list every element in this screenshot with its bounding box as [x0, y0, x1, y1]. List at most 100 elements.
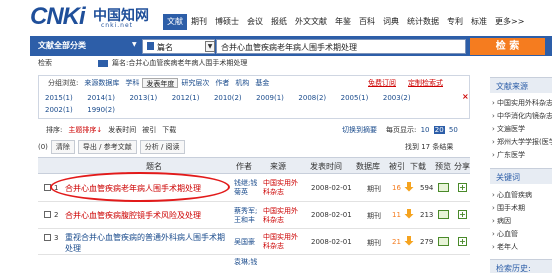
- nav-yearbooks[interactable]: 年鉴: [331, 14, 355, 30]
- search-field-select[interactable]: 篇名 ▼: [142, 39, 215, 54]
- share-plus-icon[interactable]: +: [458, 210, 467, 219]
- chevron-down-icon[interactable]: ▼: [132, 41, 137, 48]
- download-icon[interactable]: [404, 236, 414, 246]
- sidebar-keyword-item[interactable]: › 心血管疾病: [492, 190, 532, 200]
- analyze-button[interactable]: 分析 / 阅读: [139, 140, 185, 154]
- year-item[interactable]: 2005(1): [341, 92, 381, 104]
- row-citations[interactable]: 21: [392, 238, 401, 246]
- preview-book-icon[interactable]: [438, 183, 449, 192]
- year-item[interactable]: 2008(2): [298, 92, 338, 104]
- year-item[interactable]: 2014(1): [87, 92, 127, 104]
- year-item[interactable]: 2009(1): [256, 92, 296, 104]
- year-item[interactable]: 2015(1): [45, 92, 85, 104]
- search-button[interactable]: 检 索: [470, 38, 545, 55]
- group-tab-database[interactable]: 来源数据库: [81, 78, 122, 88]
- year-item[interactable]: 2013(1): [129, 92, 169, 104]
- nav-documents[interactable]: 文献: [163, 14, 187, 30]
- row-author[interactable]: 吴国豪: [234, 238, 262, 247]
- share-plus-icon[interactable]: +: [458, 183, 467, 192]
- search-input[interactable]: 合并心血管疾病老年病人围手术期处理: [216, 39, 466, 54]
- col-author[interactable]: 作者: [236, 161, 252, 172]
- sidebar-source-item[interactable]: › 郑州大学学报(医学: [492, 137, 552, 147]
- row-downloads: 213: [420, 211, 434, 219]
- nav-conferences[interactable]: 会议: [243, 14, 267, 30]
- row-source[interactable]: 中国实用外科杂志: [263, 207, 301, 225]
- export-button[interactable]: 导出 / 参考文献: [77, 140, 137, 154]
- action-row: (0) 清除 导出 / 参考文献 分析 / 阅读: [38, 140, 188, 154]
- results-table-header: 题名 作者 来源 发表时间 数据库 被引 下载 预览 分享: [38, 157, 470, 174]
- group-tab-institution[interactable]: 机构: [232, 78, 252, 88]
- sidebar-keyword-item[interactable]: › 围手术期: [492, 203, 525, 213]
- row-author[interactable]: 蔡秀军;王和丰: [234, 207, 262, 225]
- group-tab-year[interactable]: 发表年度: [142, 78, 179, 88]
- year-item[interactable]: 1990(2): [87, 104, 127, 116]
- download-icon[interactable]: [404, 209, 414, 219]
- year-item[interactable]: 2003(2): [383, 92, 423, 104]
- row-author[interactable]: 钱继;钱菊英: [234, 179, 262, 197]
- sort-by-relevance[interactable]: 主题排序↓: [68, 125, 102, 135]
- row-checkbox[interactable]: [44, 211, 51, 218]
- row-source[interactable]: 中国实用外科杂志: [263, 179, 301, 197]
- nav-patents[interactable]: 专利: [443, 14, 467, 30]
- year-item[interactable]: 2010(2): [214, 92, 254, 104]
- group-label: 分组浏览:: [48, 79, 79, 87]
- col-downloads[interactable]: 下载: [410, 161, 426, 172]
- selected-count: (0): [38, 143, 48, 151]
- sidebar-source-item[interactable]: › 文遍医学: [492, 124, 525, 134]
- row-checkbox[interactable]: [44, 234, 51, 241]
- group-tab-author[interactable]: 作者: [212, 78, 232, 88]
- col-source[interactable]: 来源: [270, 161, 286, 172]
- sort-by-citations[interactable]: 被引: [142, 125, 156, 135]
- sort-by-date[interactable]: 发表时间: [108, 125, 136, 135]
- switch-to-abstract-link[interactable]: 切换到摘要: [342, 125, 377, 135]
- year-item[interactable]: 2002(1): [45, 104, 85, 116]
- year-item[interactable]: 2012(1): [172, 92, 212, 104]
- per-page-20[interactable]: 20: [433, 126, 445, 134]
- per-page-50[interactable]: 50: [449, 126, 458, 134]
- custom-query-link[interactable]: 定制检索式: [408, 78, 443, 88]
- row-citations[interactable]: 16: [392, 184, 401, 192]
- row-author[interactable]: 袁琳;钱: [234, 258, 262, 267]
- row-title-link[interactable]: 重视合并心血管疾病的普通外科病人围手术期处理: [65, 232, 231, 254]
- per-page-selector: 每页显示: 10 20 50: [386, 125, 458, 135]
- share-plus-icon[interactable]: +: [458, 237, 467, 246]
- close-icon[interactable]: ×: [462, 92, 469, 101]
- nav-more[interactable]: 更多>>: [491, 14, 528, 30]
- group-tab-subject[interactable]: 学科: [122, 78, 142, 88]
- sidebar-source-item[interactable]: › 中华消化内镜杂志: [492, 111, 552, 121]
- col-title[interactable]: 题名: [146, 161, 162, 172]
- nav-dictionary[interactable]: 词典: [379, 14, 403, 30]
- sidebar-source-item[interactable]: › 广东医学: [492, 150, 525, 160]
- preview-book-icon[interactable]: [438, 210, 449, 219]
- sidebar-keyword-item[interactable]: › 心血管: [492, 229, 518, 239]
- row-title-link[interactable]: 合并心血管疾病腹腔镜手术风险及处理: [65, 210, 233, 221]
- row-source[interactable]: 中国实用外科杂志: [263, 233, 301, 251]
- group-tab-level[interactable]: 研究层次: [178, 78, 212, 88]
- scope-selector[interactable]: 文献全部分类: [38, 40, 86, 51]
- col-date[interactable]: 发表时间: [310, 161, 342, 172]
- free-subscribe-link[interactable]: 免费订阅: [368, 78, 396, 88]
- sidebar-source-item[interactable]: › 中国实用外科杂志: [492, 98, 552, 108]
- clear-button[interactable]: 清除: [50, 140, 75, 154]
- nav-statistics[interactable]: 统计数据: [403, 14, 443, 30]
- dropdown-arrow-icon[interactable]: ▼: [205, 41, 215, 52]
- nav-foreign[interactable]: 外文文献: [291, 14, 331, 30]
- group-tab-fund[interactable]: 基金: [252, 78, 272, 88]
- col-database: 数据库: [356, 162, 380, 171]
- sort-by-downloads[interactable]: 下载: [162, 125, 176, 135]
- preview-book-icon[interactable]: [438, 237, 449, 246]
- sidebar-keyword-item[interactable]: › 老年人: [492, 242, 518, 252]
- row-citations[interactable]: 11: [392, 211, 401, 219]
- nav-newspapers[interactable]: 报纸: [267, 14, 291, 30]
- cnki-logo[interactable]: CNKi 中国知网 cnki.net: [30, 3, 150, 31]
- nav-theses[interactable]: 博硕士: [211, 14, 243, 30]
- download-icon[interactable]: [404, 182, 414, 192]
- logo-url: cnki.net: [101, 22, 133, 29]
- sidebar-keyword-item[interactable]: › 病因: [492, 216, 511, 226]
- col-share: 分享: [454, 162, 470, 171]
- col-citations[interactable]: 被引: [389, 161, 405, 172]
- nav-encyclopedia[interactable]: 百科: [355, 14, 379, 30]
- per-page-10[interactable]: 10: [421, 126, 430, 134]
- nav-standards[interactable]: 标准: [467, 14, 491, 30]
- nav-journals[interactable]: 期刊: [187, 14, 211, 30]
